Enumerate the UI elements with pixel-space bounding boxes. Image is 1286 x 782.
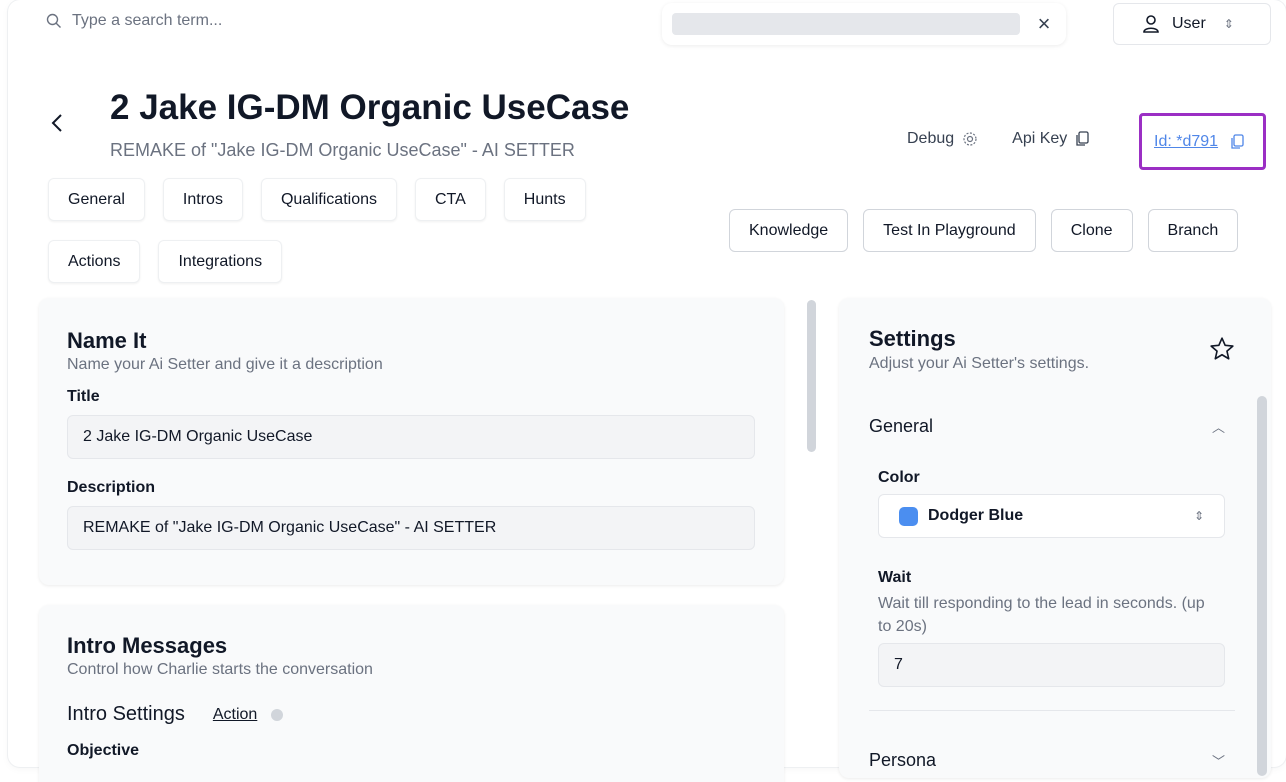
chevron-updown-icon: ⇕ (1223, 17, 1234, 31)
tab-cta[interactable]: CTA (414, 178, 486, 221)
user-menu-label: User (1172, 15, 1206, 32)
knowledge-button[interactable]: Knowledge (729, 209, 849, 252)
left-scrollbar[interactable] (807, 300, 816, 452)
intro-messages-title: Intro Messages (67, 633, 228, 658)
intro-messages-card: Intro Messages Control how Charlie start… (39, 605, 784, 782)
id-label[interactable]: Id: *d791 (1154, 133, 1218, 151)
loading-placeholder (672, 13, 1020, 35)
search-icon (46, 13, 61, 28)
color-select[interactable]: Dodger Blue ⇕ (878, 494, 1225, 538)
branch-button[interactable]: Branch (1147, 209, 1239, 252)
name-it-card: Name It Name your Ai Setter and give it … (39, 298, 784, 585)
intro-settings-label: Intro Settings (67, 703, 185, 725)
objective-label: Objective (67, 742, 140, 759)
section-divider (869, 710, 1235, 711)
header-actions: Debug Api Key (907, 130, 1123, 148)
wait-input[interactable]: 7 (878, 643, 1225, 687)
settings-card: Settings Adjust your Ai Setter's setting… (839, 298, 1271, 778)
right-scrollbar[interactable] (1257, 396, 1267, 776)
general-section-label: General (869, 416, 934, 436)
persona-section-header[interactable]: Persona ﹀ (869, 750, 1225, 771)
intro-messages-description: Control how Charlie starts the conversat… (67, 661, 373, 678)
intro-settings-row: Intro Settings Action (67, 703, 755, 726)
copy-icon[interactable] (1230, 133, 1244, 150)
page-title: 2 Jake IG-DM Organic UseCase (110, 88, 630, 127)
user-menu-button[interactable]: User ⇕ (1113, 3, 1271, 45)
tab-qualifications[interactable]: Qualifications (260, 178, 397, 221)
user-icon (1143, 15, 1159, 33)
api-key-label: Api Key (1012, 130, 1068, 147)
description-label: Description (67, 479, 156, 496)
status-dot (271, 708, 284, 721)
name-it-description: Name your Ai Setter and give it a descri… (67, 356, 383, 373)
tab-general[interactable]: General (48, 178, 145, 221)
star-icon[interactable] (1209, 336, 1235, 362)
general-section-header[interactable]: General ︿ (869, 416, 1225, 437)
section-tabs-row-1: General Intros Qualifications CTA Hunts (48, 178, 604, 221)
notification-bar: × (662, 3, 1066, 45)
name-it-title: Name It (67, 328, 147, 353)
debug-button[interactable]: Debug (907, 130, 978, 148)
search-bar[interactable]: Type a search term... (46, 12, 222, 30)
chevron-updown-icon: ⇕ (1193, 509, 1204, 523)
chevron-left-icon (51, 114, 62, 132)
description-field[interactable]: REMAKE of "Jake IG-DM Organic UseCase" -… (67, 506, 755, 550)
chevron-down-icon: ﹀ (1211, 754, 1225, 769)
copy-icon (1076, 131, 1089, 146)
wait-label: Wait (878, 569, 912, 586)
settings-title: Settings (869, 326, 956, 351)
gear-icon (963, 132, 977, 146)
title-label: Title (67, 388, 100, 405)
persona-section-label: Persona (869, 750, 937, 770)
clone-button[interactable]: Clone (1050, 209, 1133, 252)
api-key-button[interactable]: Api Key (1012, 130, 1089, 148)
settings-description: Adjust your Ai Setter's settings. (869, 355, 1090, 372)
color-select-value: Dodger Blue (899, 506, 1024, 526)
close-icon[interactable]: × (1034, 13, 1054, 35)
debug-label: Debug (907, 130, 955, 147)
section-tabs-row-2: Actions Integrations (48, 240, 300, 283)
page-subtitle: REMAKE of "Jake IG-DM Organic UseCase" -… (110, 140, 575, 160)
color-value: Dodger Blue (928, 507, 1024, 524)
search-placeholder[interactable]: Type a search term... (72, 12, 222, 30)
color-swatch (899, 506, 918, 526)
chevron-up-icon: ︿ (1211, 420, 1225, 435)
tab-intros[interactable]: Intros (162, 178, 243, 221)
test-in-playground-button[interactable]: Test In Playground (863, 209, 1036, 252)
id-copy-box[interactable]: Id: *d791 (1139, 113, 1266, 170)
wait-help-text: Wait till responding to the lead in seco… (878, 595, 1205, 635)
back-button[interactable] (50, 112, 64, 139)
tab-hunts[interactable]: Hunts (503, 178, 586, 221)
title-field[interactable]: 2 Jake IG-DM Organic UseCase (67, 415, 755, 459)
action-link[interactable]: Action (213, 706, 257, 724)
tab-actions[interactable]: Actions (48, 240, 141, 283)
color-label: Color (878, 469, 920, 486)
tab-integrations[interactable]: Integrations (158, 240, 283, 283)
action-buttons: Knowledge Test In Playground Clone Branc… (729, 209, 1239, 252)
